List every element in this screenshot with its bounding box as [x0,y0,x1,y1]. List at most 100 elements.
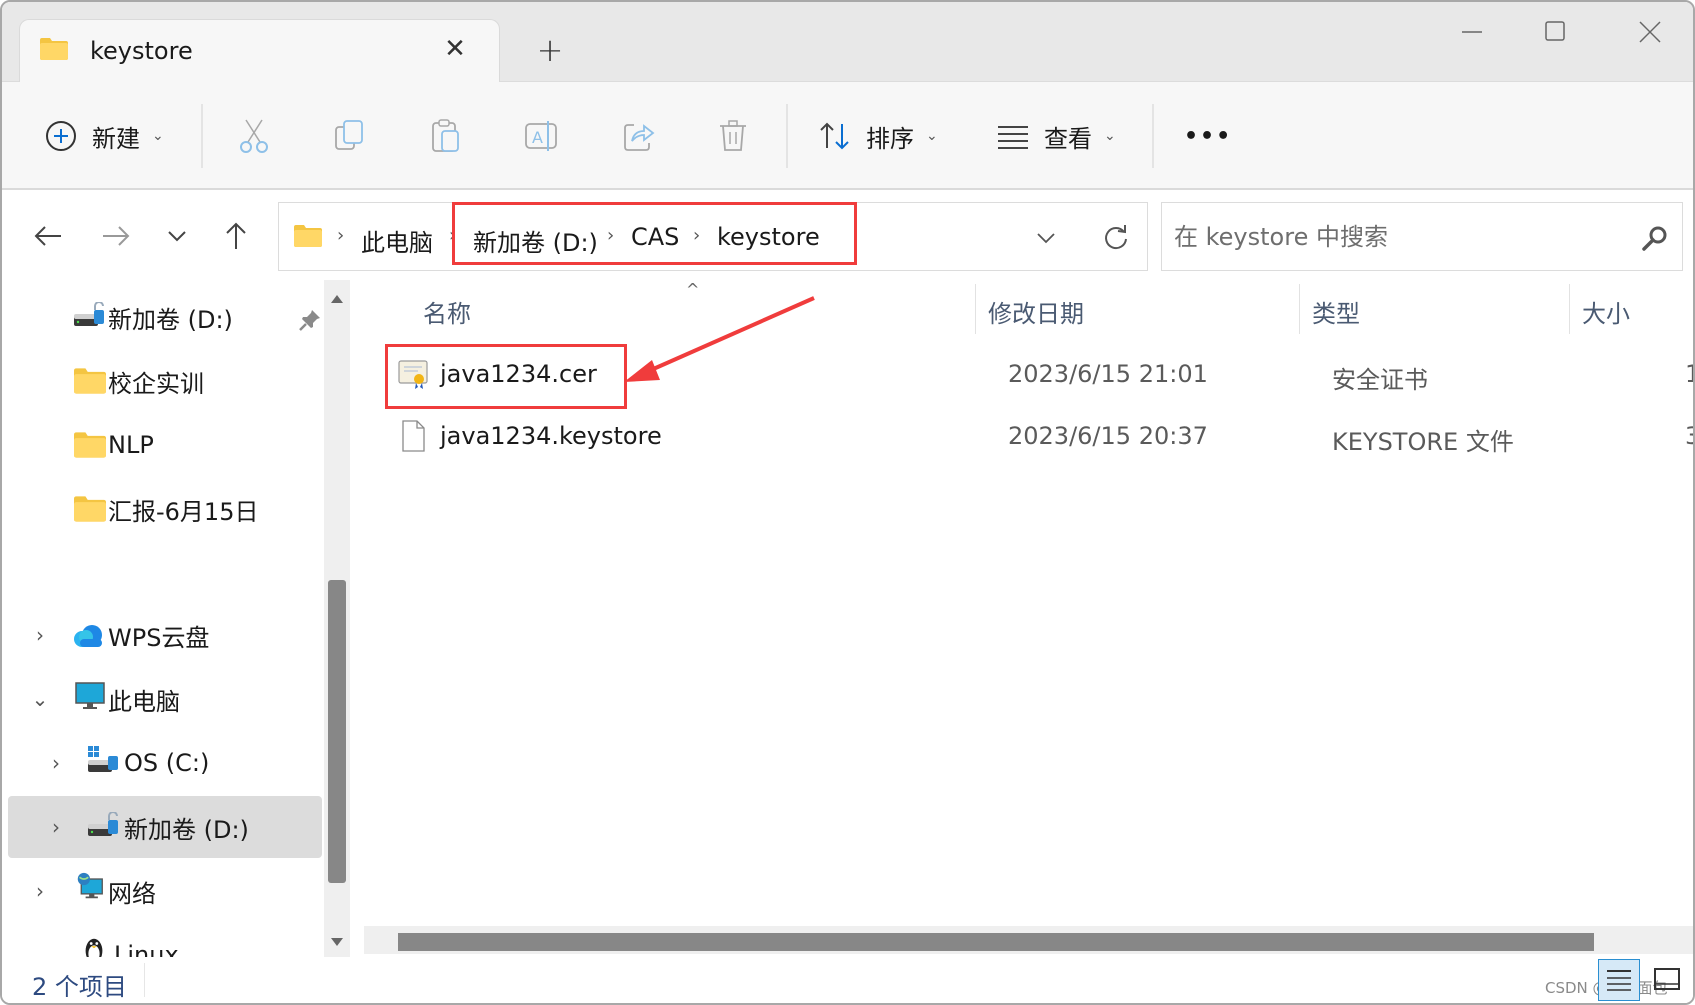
column-divider[interactable] [1569,284,1570,334]
cut-button[interactable] [238,108,270,164]
breadcrumb-cas[interactable]: CAS [631,223,679,251]
scrollbar-thumb[interactable] [398,933,1594,951]
file-list: ^ 名称 修改日期 类型 大小 java1234.cer 2023/6/15 2… [360,280,1693,927]
navigation-pane: 新加卷 (D:) 校企实训 NLP 汇报-6月15日 › WPS云盘 ⌄ 此电脑 [2,280,324,960]
title-bar: keystore ✕ + [2,2,1693,83]
sidebar-item-wps-cloud[interactable]: › WPS云盘 [8,604,322,666]
close-window-button[interactable] [1619,12,1679,52]
new-tab-button[interactable]: + [532,32,568,68]
file-row[interactable]: java1234.cer 2023/6/15 21:01 安全证书 1 [380,346,1693,402]
sidebar-item-drive-d-pinned[interactable]: 新加卷 (D:) [8,286,322,348]
column-header-name[interactable]: 名称 [423,294,471,329]
sidebar-item-folder[interactable]: 汇报-6月15日 [8,478,322,540]
chevron-right-icon[interactable]: › [30,879,50,903]
toolbar-divider [786,104,788,168]
sidebar-label: 校企实训 [108,369,204,398]
details-view-button[interactable] [1598,959,1640,1001]
folder-icon [74,368,106,394]
sidebar-label: 汇报-6月15日 [108,497,259,526]
chevron-down-icon[interactable]: ⌄ [30,687,50,711]
chevron-right-icon[interactable]: › [46,751,66,775]
close-icon [1639,21,1661,43]
back-button[interactable] [28,216,68,256]
paste-button[interactable] [430,108,462,164]
scroll-up-icon[interactable] [331,295,343,303]
sidebar-label: WPS云盘 [108,623,210,652]
breadcrumb-separator-icon[interactable]: › [693,225,700,246]
up-button[interactable] [216,216,256,256]
folder-icon [74,496,106,522]
sidebar-item-network[interactable]: › 网络 [8,860,322,922]
sidebar-scrollbar[interactable] [324,280,350,960]
sidebar-item-folder[interactable]: 校企实训 [8,350,322,412]
address-bar[interactable]: › 此电脑 › 新加卷 (D:) › CAS › keystore [278,202,1148,271]
column-header-size[interactable]: 大小 [1582,294,1630,329]
sidebar-item-folder[interactable]: NLP [8,414,322,476]
system-drive-icon [88,746,118,772]
sort-button[interactable]: 排序 ⌄ [818,108,938,164]
breadcrumb-separator-icon[interactable]: › [607,225,614,246]
new-label: 新建 [92,124,140,153]
delete-button[interactable] [718,108,748,164]
column-divider[interactable] [1299,284,1300,334]
column-divider[interactable] [975,284,976,334]
cut-icon [240,119,268,153]
recent-locations-button[interactable] [157,216,197,256]
sidebar-item-linux[interactable]: ⌄ Linux [8,924,322,960]
file-row[interactable]: java1234.keystore 2023/6/15 20:37 KEYSTO… [380,408,1693,464]
chevron-right-icon[interactable]: › [30,623,50,647]
folder-icon [294,225,322,247]
file-explorer-window: keystore ✕ + 新建 ⌄ A 排序 ⌄ 查看 ⌄ ••• › 此电脑 … [0,0,1695,1005]
search-input[interactable] [1174,217,1614,257]
sort-label: 排序 [866,124,914,153]
chevron-right-icon[interactable]: › [46,815,66,839]
file-name[interactable]: java1234.keystore [440,422,662,450]
certificate-icon [398,360,428,389]
rename-button[interactable]: A [524,108,560,164]
search-box[interactable] [1161,202,1683,271]
sidebar-label: 此电脑 [108,687,180,716]
sidebar-item-drive-d[interactable]: › 新加卷 (D:) [8,796,322,858]
file-type: KEYSTORE 文件 [1332,428,1514,456]
forward-button[interactable] [96,216,136,256]
column-header-type[interactable]: 类型 [1312,294,1360,329]
chevron-down-icon: ⌄ [152,128,164,144]
more-options-button[interactable]: ••• [1184,108,1232,164]
scrollbar-thumb[interactable] [328,580,346,883]
large-icons-view-button[interactable] [1646,959,1688,1001]
breadcrumb-this-pc[interactable]: 此电脑 [361,223,433,258]
status-bar: 2 个项目 CSDN @盼盼面包 [2,957,1693,1003]
view-button[interactable]: 查看 ⌄ [996,108,1116,164]
horizontal-scrollbar[interactable] [364,926,1693,954]
column-header-modified[interactable]: 修改日期 [988,294,1084,329]
breadcrumb-keystore[interactable]: keystore [717,223,820,251]
folder-icon [40,38,68,60]
sidebar-label: 新加卷 (D:) [124,815,249,844]
share-icon [624,124,655,151]
close-tab-icon[interactable]: ✕ [440,34,470,64]
pin-icon[interactable] [298,308,322,332]
breadcrumb-separator-icon[interactable]: › [449,225,456,246]
new-button[interactable]: 新建 ⌄ [44,108,164,164]
file-size: 1 [1685,360,1693,388]
breadcrumb-drive-d[interactable]: 新加卷 (D:) [473,223,598,258]
minimize-button[interactable] [1442,12,1502,52]
sidebar-item-this-pc[interactable]: ⌄ 此电脑 [8,668,322,730]
arrow-left-icon [34,226,61,246]
sidebar-item-drive-c[interactable]: › OS (C:) [8,732,322,794]
command-bar: 新建 ⌄ A 排序 ⌄ 查看 ⌄ ••• [2,82,1693,190]
share-button[interactable] [622,108,656,164]
item-count: 2 个项目 [32,973,127,1001]
file-name[interactable]: java1234.cer [440,360,597,388]
maximize-button[interactable] [1525,12,1585,52]
tiles-view-icon [1654,968,1680,990]
chevron-down-icon [168,231,186,242]
refresh-icon[interactable] [1102,223,1130,251]
search-icon[interactable] [1640,223,1670,253]
breadcrumb-separator-icon[interactable]: › [337,225,344,246]
scroll-down-icon[interactable] [331,938,343,946]
tab-keystore[interactable]: keystore ✕ [19,19,500,83]
chevron-down-icon: ⌄ [926,128,938,144]
copy-button[interactable] [334,108,366,164]
address-history-chevron-icon[interactable] [1035,231,1057,245]
